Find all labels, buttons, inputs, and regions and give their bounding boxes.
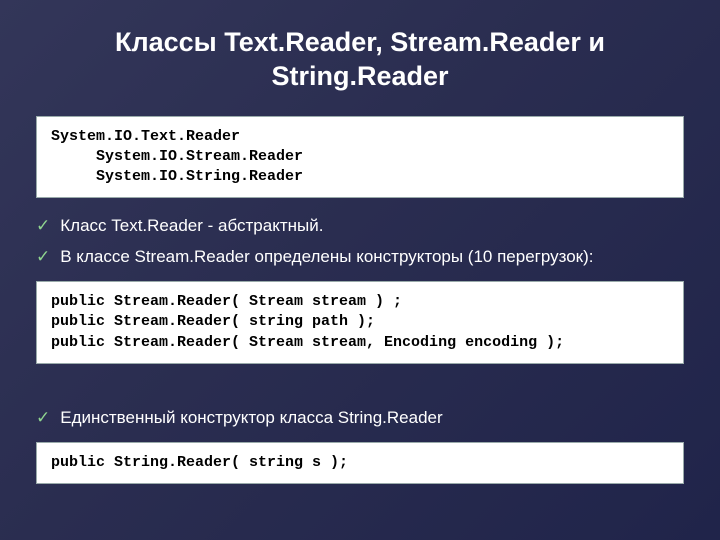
code-constructors-streamreader: public Stream.Reader( Stream stream ) ; …	[36, 281, 684, 364]
bullet-list-2: ✓ Единственный конструктор класса String…	[36, 408, 684, 428]
bullet-text: Класс Text.Reader - абстрактный.	[60, 216, 323, 236]
check-icon: ✓	[36, 247, 50, 267]
code-constructor-stringreader: public String.Reader( string s );	[36, 442, 684, 484]
bullet-item: ✓ В классе Stream.Reader определены конс…	[36, 247, 684, 267]
bullet-list-1: ✓ Класс Text.Reader - абстрактный. ✓ В к…	[36, 216, 684, 267]
bullet-text: В классе Stream.Reader определены констр…	[60, 247, 593, 267]
check-icon: ✓	[36, 408, 50, 428]
bullet-item: ✓ Класс Text.Reader - абстрактный.	[36, 216, 684, 236]
bullet-text: Единственный конструктор класса String.R…	[60, 408, 442, 428]
slide: Классы Text.Reader, Stream.Reader и Stri…	[0, 0, 720, 540]
bullet-item: ✓ Единственный конструктор класса String…	[36, 408, 684, 428]
page-title: Классы Text.Reader, Stream.Reader и Stri…	[36, 26, 684, 94]
code-hierarchy: System.IO.Text.Reader System.IO.Stream.R…	[36, 116, 684, 199]
check-icon: ✓	[36, 216, 50, 236]
